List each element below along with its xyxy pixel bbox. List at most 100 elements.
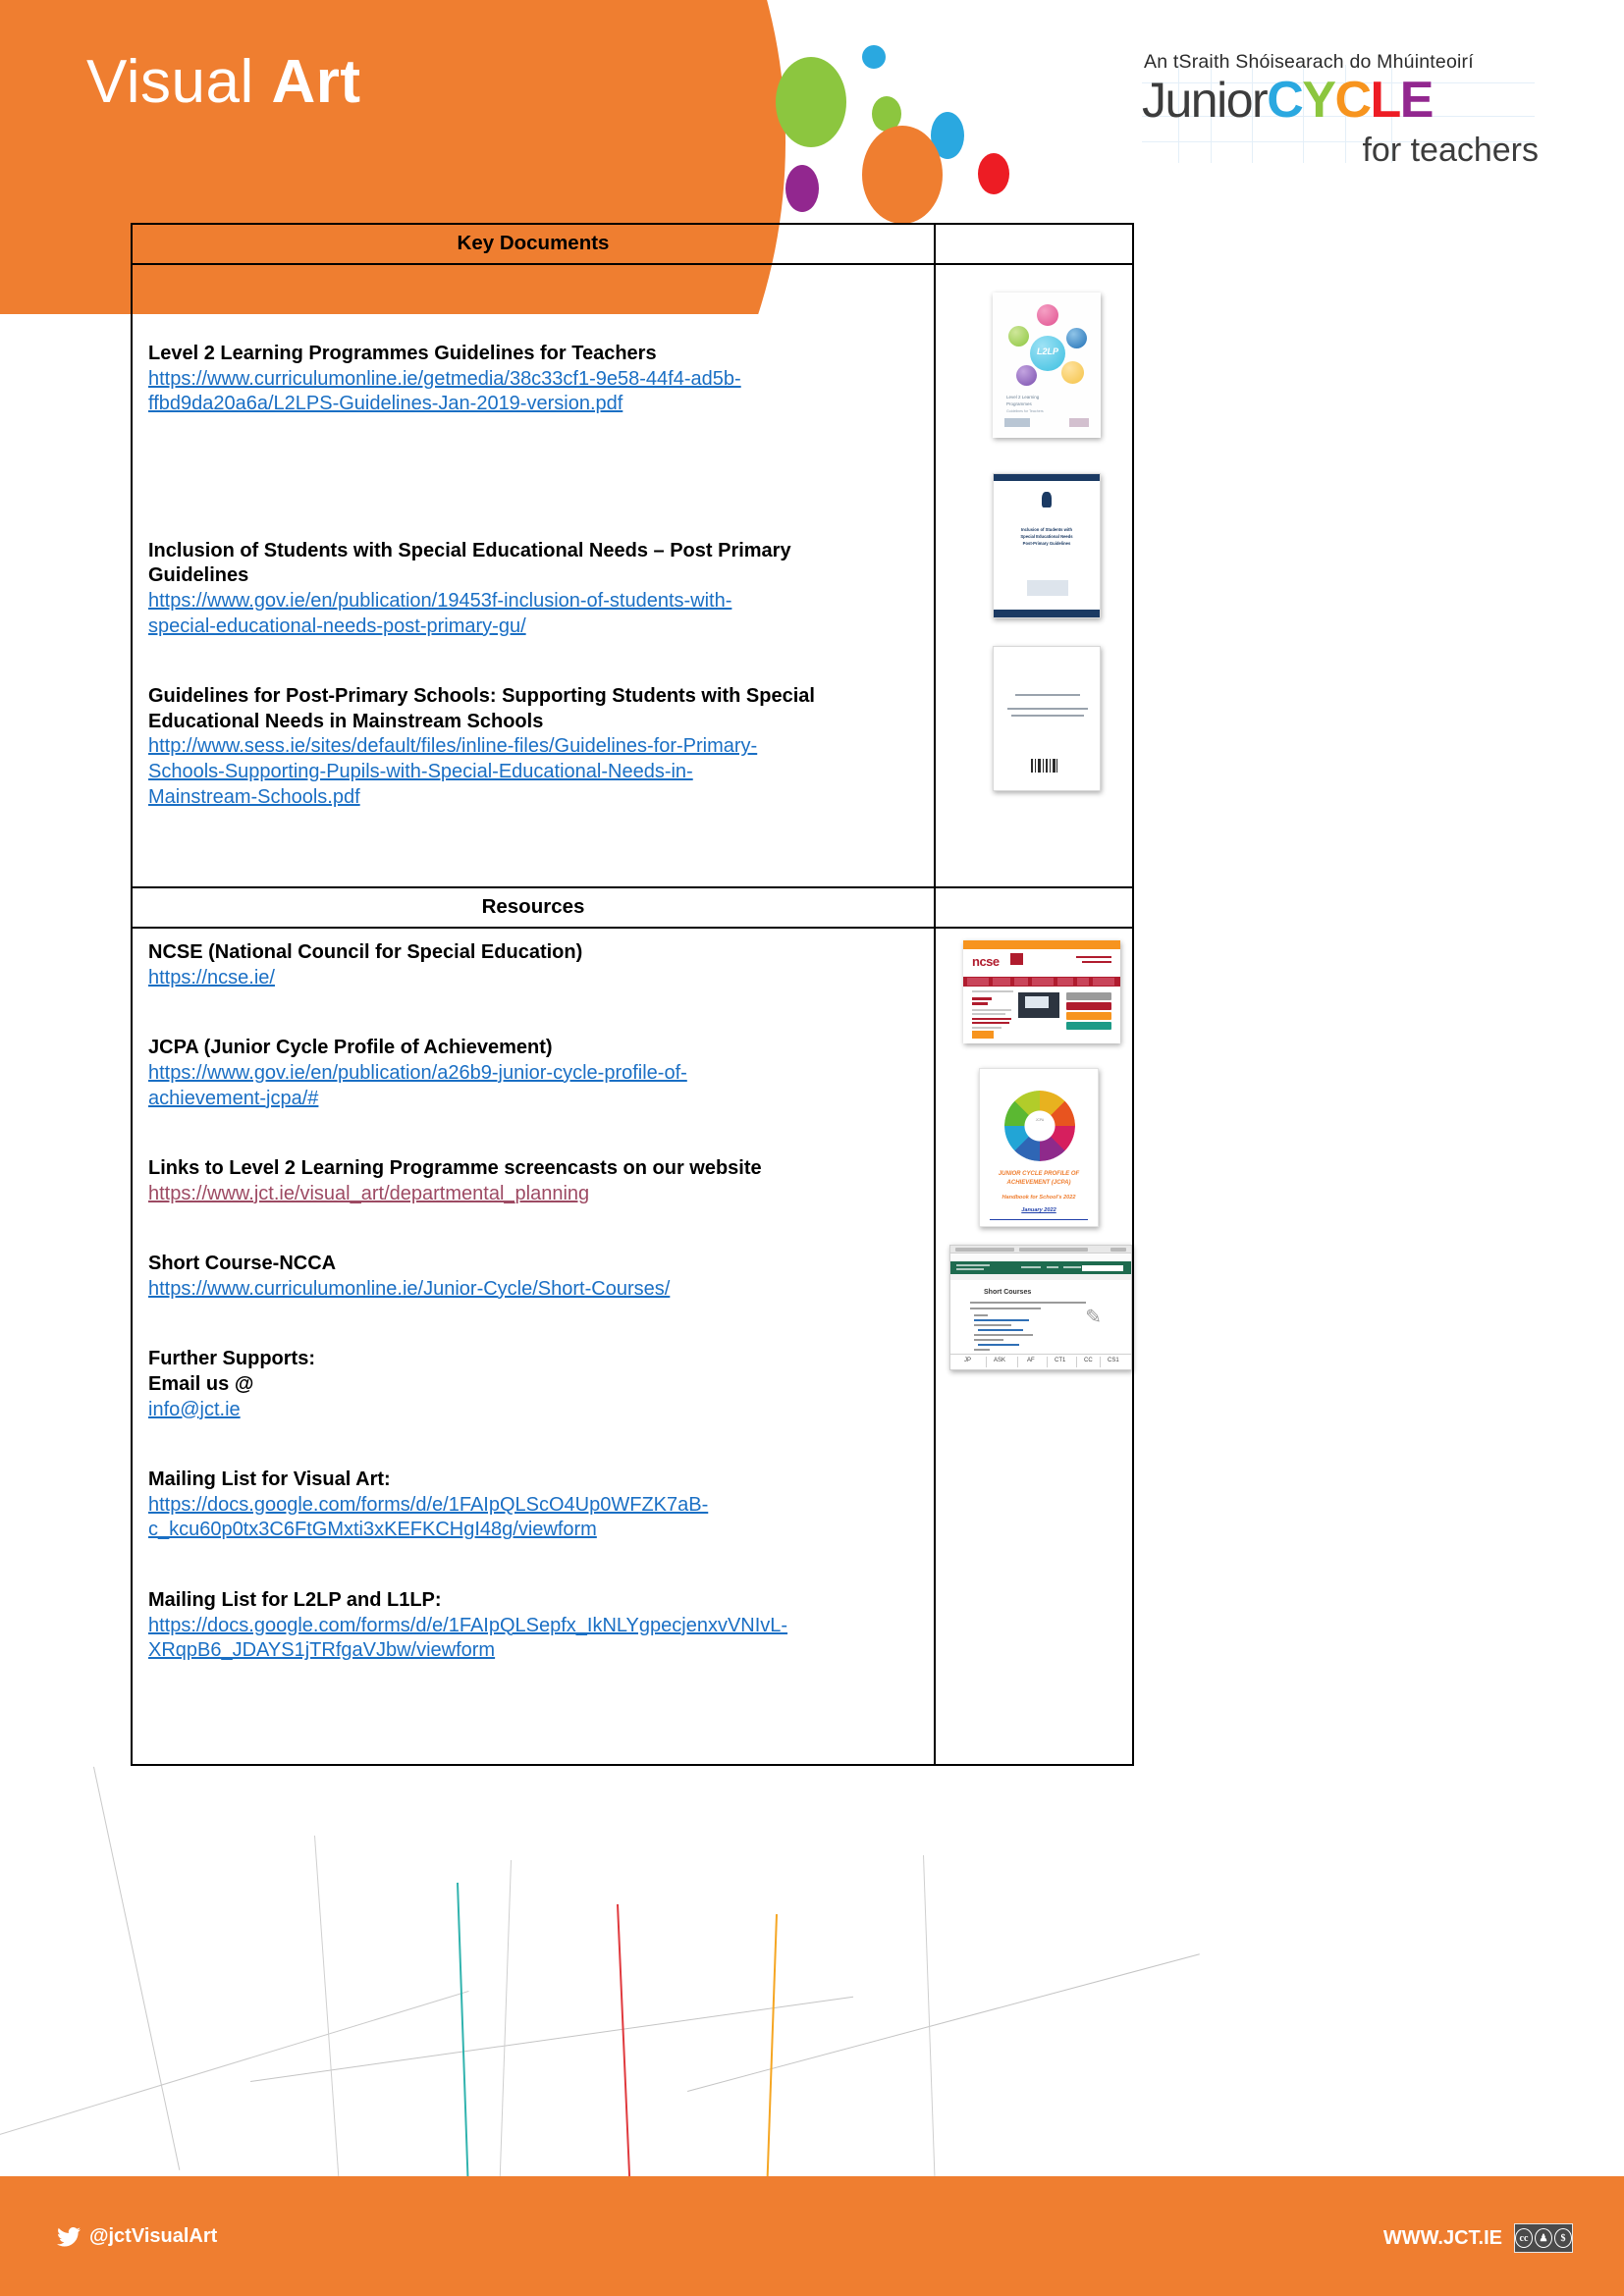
list-item: Guidelines for Post-Primary Schools: Sup…	[133, 684, 934, 810]
incl-top-band	[994, 474, 1100, 481]
decorative-line-strokes	[0, 1766, 1624, 2228]
footer-twitter-handle[interactable]: @jctVisualArt	[89, 2225, 217, 2248]
key-documents-thumbnails: L2LP Level 2 Learning Programmes Guideli…	[936, 265, 1132, 886]
resource-link-cont[interactable]: achievement-jcpa/#	[148, 1087, 918, 1112]
stroke-grey-4	[314, 1835, 341, 2189]
resource-link-visited[interactable]: https://www.jct.ie/visual_art/department…	[148, 1182, 918, 1207]
res-bottom-spacer-2	[133, 1740, 934, 1764]
dot-red-small	[978, 153, 1009, 194]
sc-breadcrumb-bar	[950, 1274, 1131, 1281]
logo-letter-y: Y	[1302, 72, 1336, 129]
sc-body-line-7	[974, 1349, 990, 1351]
res-spacer-2	[133, 1111, 934, 1156]
sc-tab-label-6[interactable]: CS1	[1108, 1358, 1119, 1363]
logo-tagline-irish: An tSraith Shóisearach do Mhúinteoirí	[1144, 51, 1474, 73]
ncse-sidebar-button-3[interactable]	[1066, 1012, 1111, 1021]
footer-website-url[interactable]: WWW.JCT.IE	[1383, 2227, 1502, 2250]
document-title: Level 2 Learning Programmes Guidelines f…	[148, 343, 657, 364]
l2lp-guidelines-cover-thumbnail: L2LP Level 2 Learning Programmes Guideli…	[993, 293, 1101, 438]
document-link-cont[interactable]: special-educational-needs-post-primary-g…	[148, 614, 918, 640]
bubble-green	[1008, 326, 1029, 347]
incl-title-line2: Special Educational Needs	[1020, 534, 1073, 539]
resources-thumbnails: ncse JCPA JUNIOR CYCLE PROFILE OF ACHIEV…	[936, 929, 1132, 1764]
sc-body-line-1	[970, 1302, 1086, 1304]
resource-link[interactable]: https://ncse.ie/	[148, 966, 918, 991]
sc-tab-label-2[interactable]: ASK	[994, 1358, 1005, 1363]
document-title: Inclusion of Students with Special Educa…	[148, 539, 791, 561]
entry-spacer	[133, 417, 934, 494]
key-documents-list: Level 2 Learning Programmes Guidelines f…	[133, 265, 936, 887]
logo-letter-e: E	[1399, 72, 1435, 129]
email-us-label: Email us @	[148, 1373, 254, 1396]
jcpa-wheel-center-label: JCPA	[1035, 1118, 1045, 1123]
cc-icon: cc	[1515, 2228, 1533, 2248]
ncse-sidebar-button-4[interactable]	[1066, 1022, 1111, 1031]
stroke-teal-1	[457, 1882, 469, 2187]
resource-title: Links to Level 2 Learning Programme scre…	[148, 1157, 762, 1180]
document-link[interactable]: https://www.gov.ie/en/publication/19453f…	[148, 589, 918, 614]
ncse-sidebar-button-1[interactable]	[1066, 992, 1111, 1001]
l2lp-caption-line3: Guidelines for Teachers	[1006, 409, 1044, 413]
sess-text-line-2	[1007, 708, 1088, 710]
res-spacer-3	[133, 1206, 934, 1252]
ncse-body-text-2	[972, 1013, 1005, 1016]
short-courses-website-screenshot-thumbnail: Short Courses ✎ JP ASK AF CT1 CC CS1	[949, 1245, 1132, 1371]
sc-tab-label-5[interactable]: CC	[1084, 1358, 1093, 1363]
document-link-cont2[interactable]: Mainstream-Schools.pdf	[148, 785, 918, 811]
sc-body-link-3	[978, 1344, 1019, 1346]
resource-link[interactable]: https://www.gov.ie/en/publication/a26b9-…	[148, 1061, 918, 1087]
resources-list: NCSE (National Council for Special Educa…	[133, 929, 936, 1764]
footer-social: @jctVisualArt	[57, 2225, 217, 2248]
l2lp-footer-logo-right	[1069, 418, 1089, 427]
page-footer: @jctVisualArt WWW.JCT.IE cc ♟ $	[0, 2176, 1624, 2296]
jcpa-title-line2: ACHIEVEMENT (JCPA)	[1006, 1180, 1071, 1187]
ncse-header-right-text	[1076, 956, 1111, 959]
bubble-blue	[1066, 328, 1087, 348]
jcpa-subtitle: Handbook for School's 2022	[1001, 1195, 1076, 1201]
resource-title: Short Course-NCCA	[148, 1253, 337, 1275]
list-item: Level 2 Learning Programmes Guidelines f…	[133, 342, 934, 417]
stroke-grey-1	[93, 1766, 181, 2170]
ncse-body-link-2	[972, 1022, 1009, 1025]
email-link[interactable]: info@jct.ie	[148, 1398, 918, 1423]
ncse-website-screenshot-thumbnail: ncse	[963, 940, 1120, 1044]
page-title: Visual Art	[86, 47, 361, 117]
res-top-spacer	[133, 929, 934, 940]
sc-tab-label-4[interactable]: CT1	[1055, 1358, 1065, 1363]
sc-browser-chrome	[950, 1246, 1131, 1255]
stroke-grey-2	[0, 1990, 469, 2141]
sc-tab-label-3[interactable]: AF	[1027, 1358, 1035, 1363]
resource-link[interactable]: https://www.curriculumonline.ie/Junior-C…	[148, 1277, 918, 1303]
stroke-grey-3	[250, 1996, 854, 2082]
resource-link-cont[interactable]: c_kcu60p0tx3C6FtGMxti3xKEFKCHgI48g/viewf…	[148, 1518, 918, 1543]
resource-link-cont[interactable]: XRqpB6_JDAYS1jTRfgaVJbw/viewform	[148, 1638, 918, 1664]
document-link[interactable]: http://www.sess.ie/sites/default/files/i…	[148, 734, 918, 760]
list-item: Further Supports: Email us @ info@jct.ie	[133, 1347, 934, 1422]
resource-link[interactable]: https://docs.google.com/forms/d/e/1FAIpQ…	[148, 1614, 918, 1639]
twitter-icon[interactable]	[57, 2226, 81, 2247]
ncse-logo-squares	[1010, 953, 1023, 966]
sess-guidelines-cover-thumbnail	[993, 646, 1101, 791]
resources-table: Key Documents Level 2 Learning Programme…	[131, 223, 1134, 1766]
document-link[interactable]: https://www.curriculumonline.ie/getmedia…	[148, 367, 918, 393]
sc-tab-label-1[interactable]: JP	[964, 1358, 971, 1363]
sc-body-link-2	[978, 1329, 1023, 1331]
logo-letter-c1: C	[1267, 72, 1304, 129]
sc-utility-bar	[950, 1255, 1131, 1262]
stroke-orange-1	[765, 1914, 778, 2209]
ncse-cta-button[interactable]	[972, 1031, 994, 1040]
resource-title: JCPA (Junior Cycle Profile of Achievemen…	[148, 1037, 553, 1059]
ncse-body-text-3	[972, 1027, 1001, 1030]
dot-orange-large	[862, 126, 943, 224]
ncse-sidebar-button-2[interactable]	[1066, 1002, 1111, 1011]
list-item: Inclusion of Students with Special Educa…	[133, 539, 934, 639]
resource-link[interactable]: https://docs.google.com/forms/d/e/1FAIpQ…	[148, 1493, 918, 1519]
document-link-cont[interactable]: Schools-Supporting-Pupils-with-Special-E…	[148, 760, 918, 785]
resource-title: NCSE (National Council for Special Educa…	[148, 941, 583, 964]
section-header-resources: Resources	[133, 888, 1132, 930]
sc-body-line-2	[970, 1308, 1041, 1309]
bubble-purple	[1016, 365, 1037, 386]
document-link-cont[interactable]: ffbd9da20a6a/L2LPS-Guidelines-Jan-2019-v…	[148, 392, 918, 417]
further-supports-label: Further Supports:	[148, 1348, 315, 1370]
decorative-dots-cluster	[776, 20, 1100, 224]
